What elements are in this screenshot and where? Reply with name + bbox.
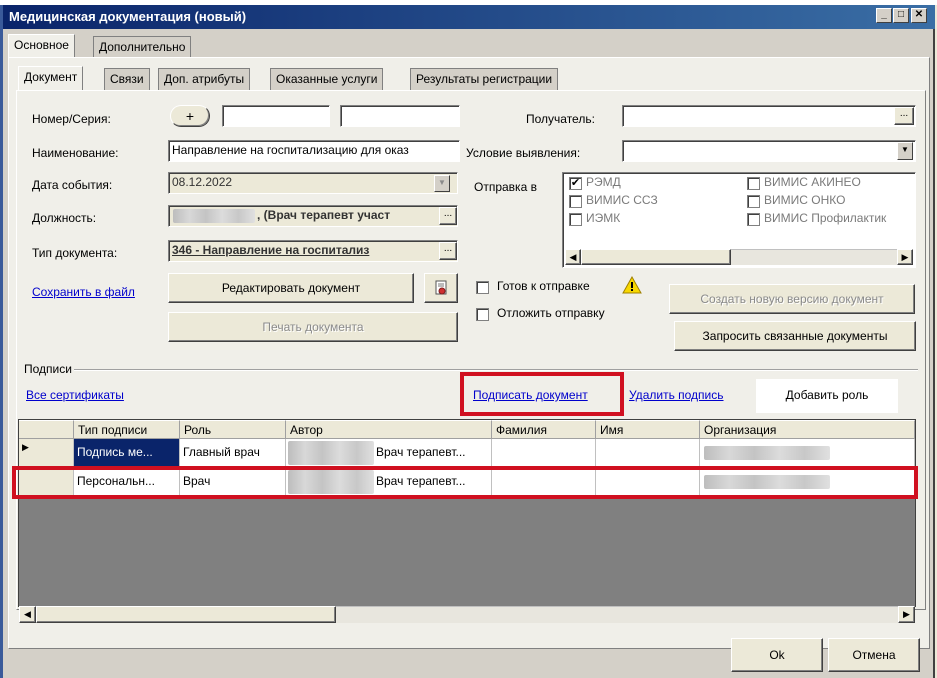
window-title-bar[interactable]: Медицинская документация (новый) <box>3 5 935 29</box>
send-iemk-label: ИЭМК <box>586 211 621 225</box>
send-vimis-prof-checkbox[interactable] <box>747 213 760 226</box>
doctype-label: Тип документа: <box>32 246 118 260</box>
send-vimis-onko-checkbox[interactable] <box>747 195 760 208</box>
tab-additional[interactable]: Дополнительно <box>93 36 192 58</box>
condition-select[interactable] <box>622 140 916 162</box>
postpone-send-checkbox[interactable] <box>476 308 489 321</box>
send-vimis-onko-label: ВИМИС ОНКО <box>764 193 846 207</box>
position-label: Должность: <box>32 211 97 225</box>
grid-scroll-thumb[interactable] <box>36 606 336 623</box>
save-to-file-link[interactable]: Сохранить в файл <box>32 285 135 299</box>
edit-document-button[interactable]: Редактировать документ <box>168 273 414 303</box>
row-1-role[interactable]: Главный врач <box>180 439 286 468</box>
number-input[interactable] <box>222 105 330 127</box>
add-role-button[interactable]: Добавить роль <box>756 379 898 413</box>
row-1-author-text: Врач терапевт... <box>376 445 466 459</box>
position-blurred <box>173 209 255 223</box>
subtab-services[interactable]: Оказанные услуги <box>270 68 384 90</box>
grid-scroll-right-icon[interactable]: ▶ <box>898 606 915 623</box>
scroll-left-icon[interactable]: ◀ <box>565 249 581 265</box>
all-certificates-link[interactable]: Все сертификаты <box>26 388 124 402</box>
maximize-button[interactable]: □ <box>893 8 909 23</box>
grid-scroll-left-icon[interactable]: ◀ <box>19 606 36 623</box>
add-number-button[interactable]: + <box>170 105 210 127</box>
ready-to-send-label: Готов к отправке <box>497 279 590 293</box>
number-label: Номер/Серия: <box>32 112 111 126</box>
name-label: Наименование: <box>32 146 119 160</box>
row-1-org-blurred <box>704 446 830 460</box>
send-vimis-ssz-checkbox[interactable] <box>569 195 582 208</box>
condition-label: Условие выявления: <box>466 146 581 160</box>
highlight-sign-document <box>460 372 624 416</box>
signatures-group-line <box>24 369 918 370</box>
recipient-input[interactable] <box>622 105 916 127</box>
row-1-organization[interactable] <box>700 439 915 468</box>
signatures-group-label: Подписи <box>22 362 74 376</box>
window-title: Медицинская документация (новый) <box>9 9 247 24</box>
minimize-button[interactable]: _ <box>876 8 892 23</box>
send-vimis-ssz-label: ВИМИС ССЗ <box>586 193 658 207</box>
subtab-registration-results[interactable]: Результаты регистрации <box>410 68 559 90</box>
row-1-indicator[interactable]: ▶ <box>19 439 74 468</box>
send-vimis-akineo-checkbox[interactable] <box>747 177 760 190</box>
condition-dropdown-icon[interactable]: ▼ <box>897 142 913 160</box>
send-list-scroll-thumb[interactable] <box>581 249 731 265</box>
send-iemk-checkbox[interactable] <box>569 213 582 226</box>
col-author[interactable]: Автор <box>286 420 492 439</box>
col-role[interactable]: Роль <box>180 420 286 439</box>
series-input[interactable] <box>340 105 460 127</box>
subtab-links[interactable]: Связи <box>104 68 150 90</box>
cancel-button[interactable]: Отмена <box>828 638 920 672</box>
row-1-author[interactable]: Врач терапевт... <box>286 439 492 468</box>
doctype-select-button[interactable]: ... <box>439 242 457 260</box>
name-input[interactable]: Направление на госпитализацию для оказ <box>168 140 460 162</box>
send-remd-checkbox[interactable]: ✔ <box>569 177 582 190</box>
print-document-button[interactable]: Печать документа <box>168 312 458 342</box>
position-field[interactable]: , (Врач терапевт участ <box>168 205 458 227</box>
ok-button[interactable]: Ok <box>731 638 823 672</box>
send-to-label: Отправка в <box>474 180 537 194</box>
col-signature-type[interactable]: Тип подписи <box>74 420 180 439</box>
col-organization[interactable]: Организация <box>700 420 915 439</box>
recipient-select-button[interactable]: ... <box>894 107 914 125</box>
doctype-field[interactable]: 346 - Направление на госпитализ <box>168 240 458 262</box>
tab-main[interactable]: Основное <box>8 34 75 58</box>
event-date-field[interactable]: 08.12.2022 <box>168 172 458 194</box>
create-new-version-button[interactable]: Создать новую версию документ <box>669 284 915 314</box>
signature-file-button[interactable] <box>424 273 458 303</box>
grid-corner-header <box>19 420 74 439</box>
event-date-dropdown-icon[interactable]: ▼ <box>434 175 450 192</box>
position-value: , (Врач терапевт участ <box>257 208 391 222</box>
col-last-name[interactable]: Фамилия <box>492 420 596 439</box>
warning-icon <box>622 276 642 294</box>
subtab-document[interactable]: Документ <box>18 66 84 90</box>
postpone-send-label: Отложить отправку <box>497 306 605 320</box>
delete-signature-link[interactable]: Удалить подпись <box>629 388 724 402</box>
document-seal-icon <box>435 280 447 295</box>
row-1-first-name[interactable] <box>596 439 700 468</box>
row-1-author-blurred <box>288 441 374 465</box>
send-vimis-akineo-label: ВИМИС АКИНЕО <box>764 175 861 189</box>
send-vimis-prof-label: ВИМИС Профилактик <box>764 211 887 225</box>
row-1-type[interactable]: Подпись ме... <box>74 439 180 468</box>
send-remd-label: РЭМД <box>586 175 621 189</box>
close-button[interactable]: ✕ <box>911 8 927 23</box>
request-related-button[interactable]: Запросить связанные документы <box>674 321 916 351</box>
row-1-last-name[interactable] <box>492 439 596 468</box>
event-date-label: Дата события: <box>32 178 113 192</box>
recipient-label: Получатель: <box>526 112 595 126</box>
position-select-button[interactable]: ... <box>439 207 457 225</box>
subtab-extra-attributes[interactable]: Доп. атрибуты <box>158 68 251 90</box>
col-first-name[interactable]: Имя <box>596 420 700 439</box>
highlight-personal-row <box>12 466 918 499</box>
scroll-right-icon[interactable]: ▶ <box>897 249 913 265</box>
ready-to-send-checkbox[interactable] <box>476 281 489 294</box>
